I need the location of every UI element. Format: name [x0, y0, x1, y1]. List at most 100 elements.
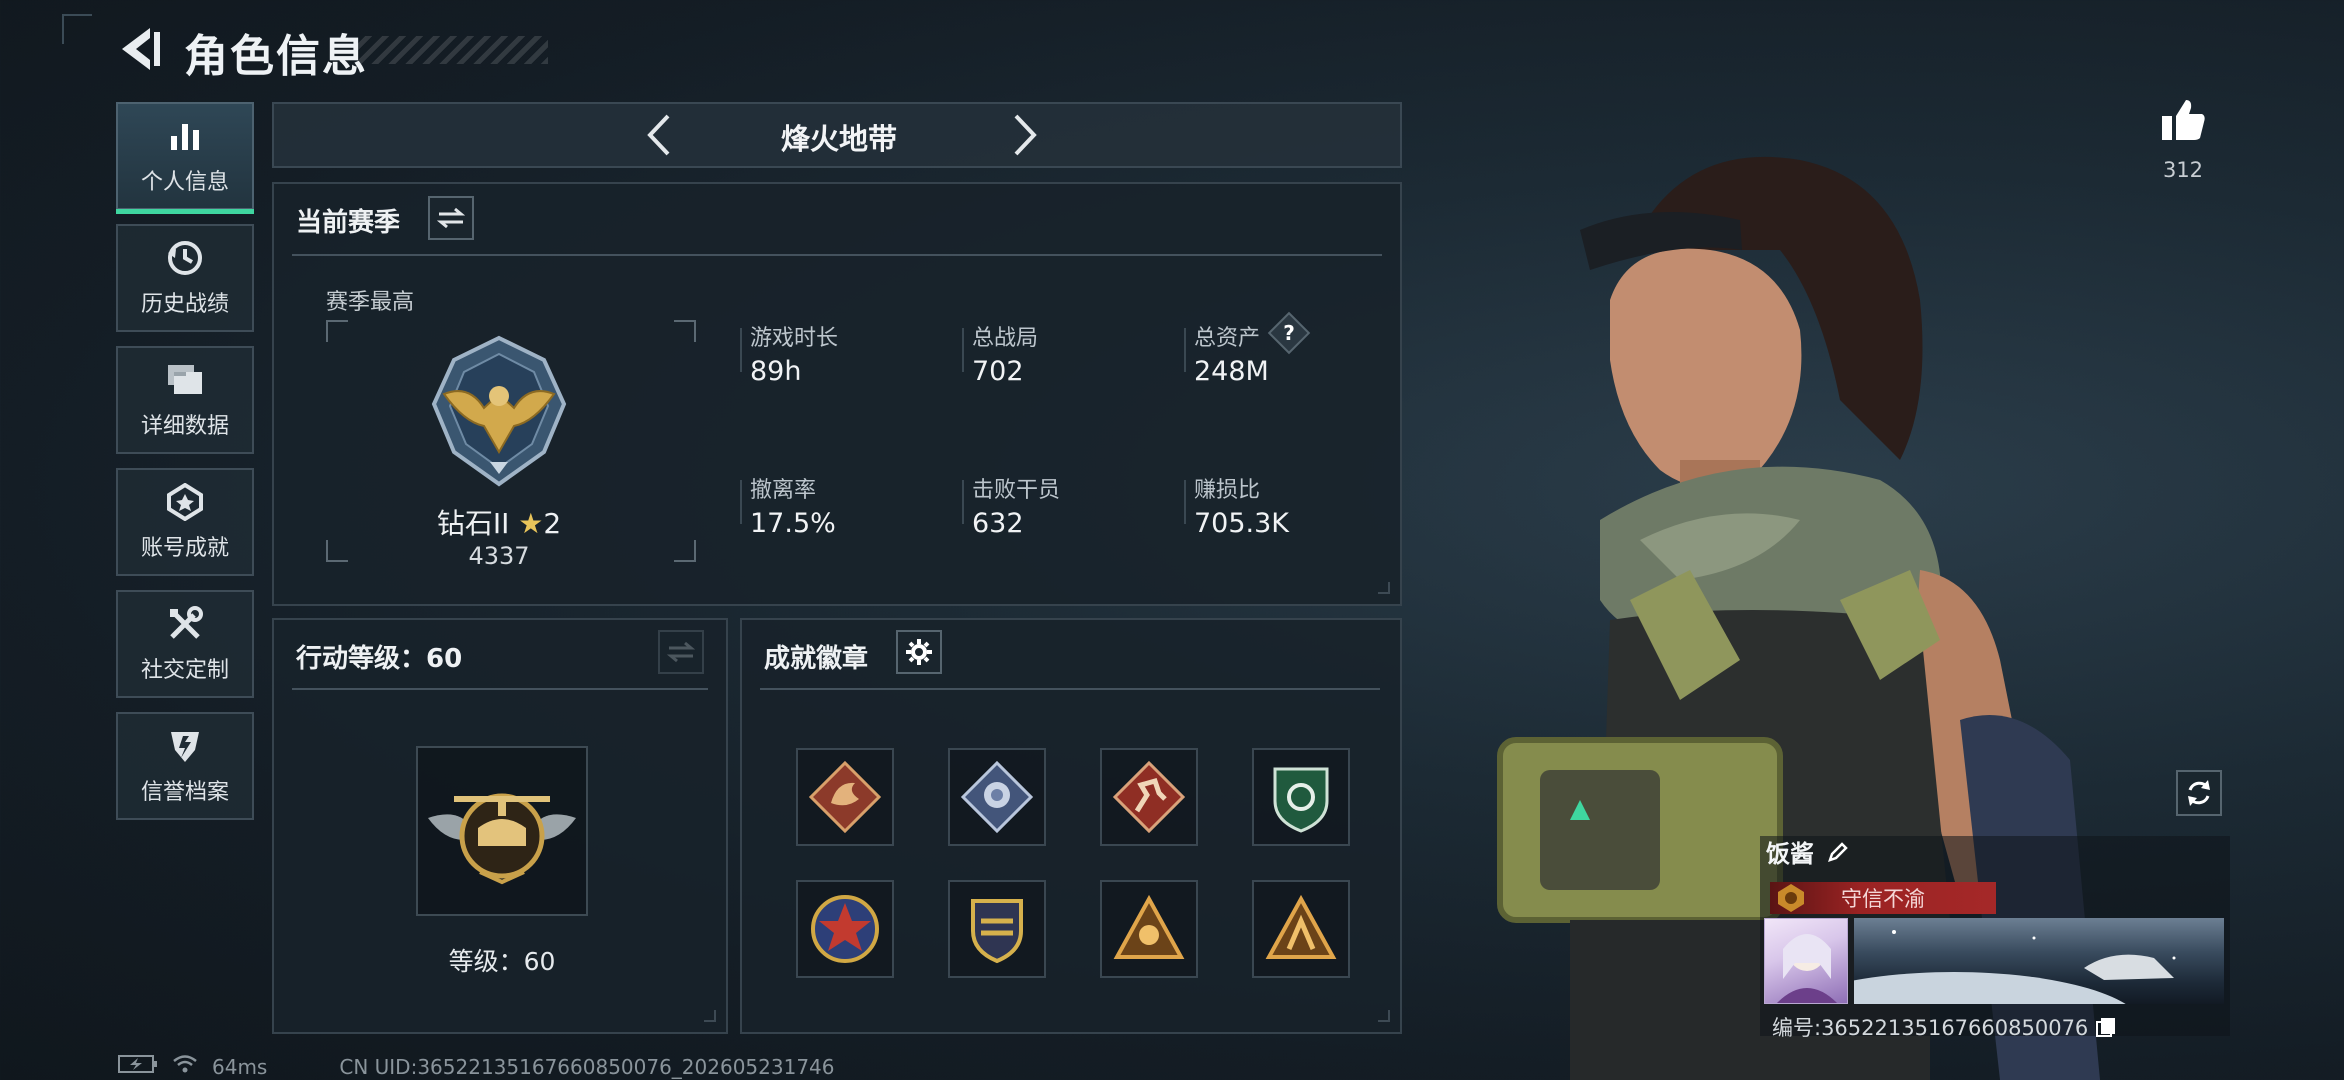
triangle-badge-icon: [1113, 894, 1185, 959]
sidebar-item-social[interactable]: 社交定制: [116, 590, 254, 698]
player-id-text: 编号:3652213516766085007​6: [1772, 1016, 2089, 1040]
season-best-label: 赛季最高: [326, 290, 415, 315]
nickname-row: 饭酱: [1766, 834, 2224, 869]
panel-corner-deco: [704, 1010, 716, 1022]
tools-icon: [165, 604, 205, 644]
divider: [292, 254, 1382, 256]
sidebar-item-achievements[interactable]: 账号成就: [116, 468, 254, 576]
corner-decoration: [62, 14, 92, 44]
battery-icon: [118, 1054, 158, 1079]
stat-label: 撤离率: [750, 478, 817, 503]
stat-value: 248M: [1194, 356, 1269, 387]
stat-value: 705.3K: [1194, 508, 1290, 539]
divider: [1184, 328, 1186, 372]
stat-value: 17.5%: [750, 508, 836, 539]
sidebar-item-history[interactable]: 历史战绩: [116, 224, 254, 332]
thumbs-up-icon: [2162, 100, 2205, 140]
edit-name-button[interactable]: [1826, 840, 1850, 864]
achievements-title: 成就徽章: [764, 644, 869, 674]
gear-icon: [906, 639, 932, 665]
badge-slot[interactable]: [1252, 880, 1350, 978]
pencil-icon: [1828, 841, 1848, 862]
rose-badge-icon: [960, 760, 1034, 834]
badge-slot[interactable]: [796, 880, 894, 978]
badge-slot[interactable]: [948, 880, 1046, 978]
sidebar-item-credit[interactable]: 信誉档案: [116, 712, 254, 820]
mode-title: 烽火地带: [780, 122, 897, 156]
title-emblem-icon: [1776, 882, 1806, 914]
achievements-panel: 成就徽章: [740, 618, 1402, 1034]
rank-title: 钻石II ★2: [384, 502, 614, 542]
back-button[interactable]: [116, 24, 166, 74]
back-arrow-icon: [122, 28, 160, 70]
history-clock-icon: [165, 238, 205, 278]
sidebar-item-personal-info[interactable]: 个人信息: [116, 102, 254, 214]
copy-icon: [2095, 1017, 2115, 1037]
frame-corner: [674, 540, 696, 562]
badge-slot[interactable]: [1100, 880, 1198, 978]
divider: [740, 480, 742, 524]
sidebar-item-label: 信誉档案: [140, 780, 229, 805]
divider: [740, 328, 742, 372]
star-badge-icon: [811, 895, 879, 963]
frame-corner: [326, 540, 348, 562]
avatar[interactable]: [1764, 918, 1848, 1004]
divider: [1184, 480, 1186, 524]
next-mode-button[interactable]: [998, 110, 1048, 160]
badge-slot[interactable]: [1100, 748, 1198, 846]
rank-star-icon: ★: [518, 507, 544, 540]
panel-corner-deco: [1378, 582, 1390, 594]
like-button[interactable]: [2158, 96, 2208, 146]
frame-corner: [674, 320, 696, 342]
badge-slot[interactable]: [1252, 748, 1350, 846]
swap-icon: [437, 207, 465, 229]
level-emblem-frame: [416, 746, 588, 916]
folder-icon: [165, 360, 205, 400]
mode-selector: 烽火地带: [272, 102, 1402, 168]
switch-level-button[interactable]: [658, 630, 704, 674]
stat-value: 702: [972, 356, 1024, 387]
divider: [760, 688, 1380, 690]
uid-text: CN UID:36522135167660850076_202605231746: [339, 1054, 835, 1079]
shield-badge-icon: [1273, 767, 1329, 833]
shield-credit-icon: [165, 726, 205, 766]
anime-avatar-icon: [1777, 934, 1837, 1003]
stat-label: 总资产: [1194, 326, 1261, 351]
wifi-icon: [172, 1054, 198, 1079]
help-mark: ?: [1283, 321, 1295, 345]
stat-label: 赚损比: [1194, 478, 1261, 503]
divider: [292, 688, 708, 690]
like-count: 312: [2162, 158, 2204, 182]
sidebar-item-label: 历史战绩: [140, 292, 229, 317]
crest-badge-icon: [971, 899, 1023, 964]
divider: [962, 480, 964, 524]
frame-corner: [326, 320, 348, 342]
stat-value: 632: [972, 508, 1024, 539]
title-decoration: [356, 36, 548, 64]
sidebar-item-label: 社交定制: [140, 658, 229, 683]
action-level-panel: 行动等级：60 等级：60: [272, 618, 728, 1034]
helicopter-emblem-icon: [428, 793, 576, 885]
copy-id-button[interactable]: [2095, 1016, 2117, 1043]
rotate-model-button[interactable]: [2176, 770, 2222, 816]
ping-value: 64ms: [212, 1054, 268, 1079]
sidebar-item-label: 账号成就: [140, 536, 229, 561]
badge-slot[interactable]: [948, 748, 1046, 846]
badge-slot[interactable]: [796, 748, 894, 846]
level-text: 等级：60: [448, 947, 556, 976]
status-bar: 64ms CN UID:36522135167660850076_2026052…: [118, 1054, 835, 1079]
sidebar-item-detailed-data[interactable]: 详细数据: [116, 346, 254, 454]
action-level-title: 行动等级：60: [296, 644, 463, 674]
stat-label: 击败干员: [972, 478, 1061, 503]
runner-badge-icon: [1112, 760, 1186, 834]
page-title: 角色信息: [184, 31, 368, 82]
sidebar-item-label: 个人信息: [140, 170, 229, 195]
player-id: 编号:3652213516766085007​6: [1772, 1012, 2117, 1043]
badge-settings-button[interactable]: [896, 630, 942, 674]
stat-label: 总战局: [972, 326, 1039, 351]
dragon-badge-icon: [808, 760, 882, 834]
profile-banner[interactable]: [1854, 918, 2224, 1004]
switch-season-button[interactable]: [428, 196, 474, 240]
season-title: 当前赛季: [296, 208, 401, 238]
divider: [962, 328, 964, 372]
